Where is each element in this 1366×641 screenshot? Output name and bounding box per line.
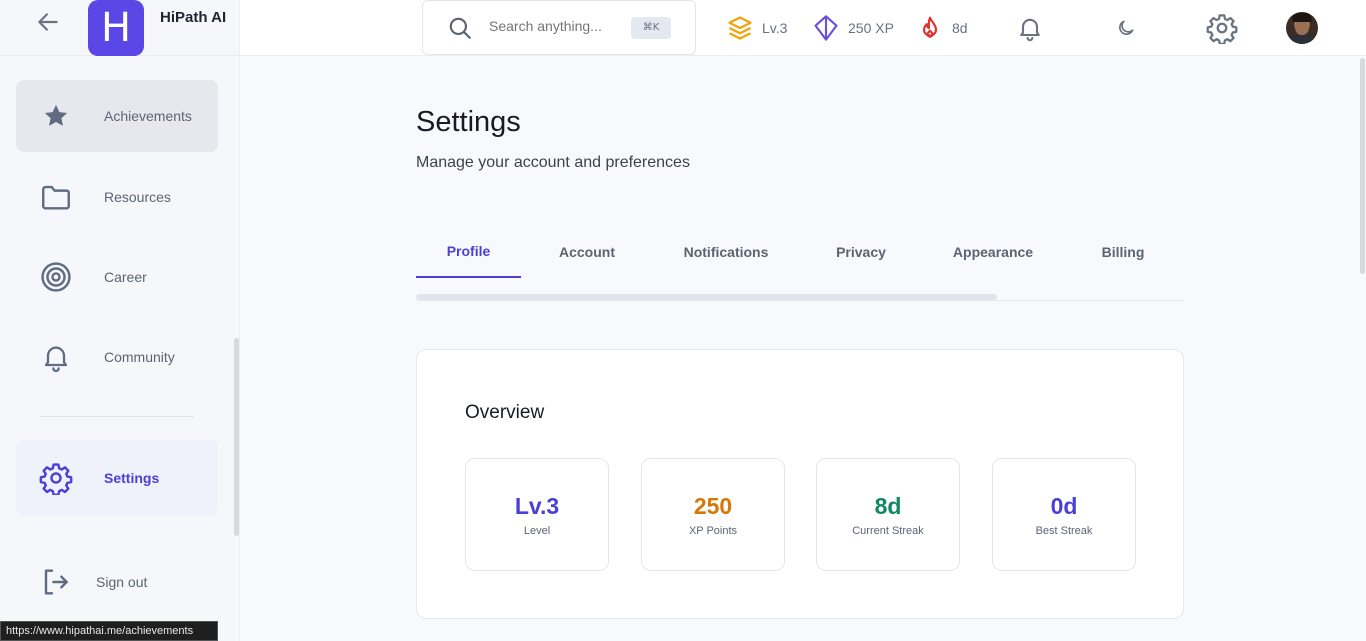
- tab-privacy[interactable]: Privacy: [828, 226, 894, 278]
- avatar-shirt: [1288, 35, 1316, 44]
- bell-icon: [1020, 18, 1040, 42]
- xp-text: 250 XP: [848, 20, 894, 36]
- level-indicator: Lv.3: [726, 14, 787, 42]
- sidebar-item-resources[interactable]: Resources: [16, 161, 218, 233]
- sidebar-scrollbar[interactable]: [234, 338, 239, 536]
- brand-logo[interactable]: H: [88, 0, 144, 56]
- star-icon: [38, 98, 74, 134]
- search-shortcut-badge: ⌘K: [631, 17, 671, 39]
- theme-toggle-button[interactable]: [1110, 12, 1142, 44]
- overview-card: Overview Lv.3 Level 250 XP Points 8d Cur…: [416, 349, 1184, 619]
- gear-icon: [38, 460, 74, 496]
- level-text: Lv.3: [762, 20, 788, 36]
- top-bar: ⌘K Lv.3 250 XP 8d: [240, 0, 1366, 56]
- tab-appearance[interactable]: Appearance: [944, 226, 1042, 278]
- target-icon: [38, 259, 74, 295]
- notifications-button[interactable]: [1014, 12, 1046, 44]
- page-subtitle: Manage your account and preferences: [416, 154, 690, 171]
- back-button[interactable]: [34, 8, 62, 36]
- sidebar-item-achievements[interactable]: Achievements: [16, 80, 218, 152]
- sidebar-item-community[interactable]: Community: [16, 321, 218, 393]
- tabs-scrollbar[interactable]: [416, 294, 997, 300]
- sidebar-divider: [40, 416, 194, 417]
- tab-billing[interactable]: Billing: [1092, 226, 1154, 278]
- layers-icon: [726, 14, 754, 42]
- metric-label: Level: [523, 525, 551, 537]
- page-scrollbar[interactable]: [1360, 58, 1365, 274]
- sidebar: H HiPath AI Achievements Resources Caree…: [0, 0, 240, 641]
- tab-profile[interactable]: Profile: [416, 226, 521, 278]
- diamond-icon: [812, 14, 840, 42]
- arrow-left-icon: [38, 13, 58, 31]
- overview-title: Overview: [465, 402, 545, 423]
- bell-icon: [38, 339, 74, 375]
- metric-best-streak: 0d Best Streak: [992, 458, 1136, 571]
- settings-tabs: Profile Account Notifications Privacy Ap…: [416, 226, 1184, 301]
- sidebar-item-label: Community: [104, 349, 175, 365]
- streak-text: 8d: [952, 20, 968, 36]
- gear-icon: [1206, 14, 1238, 44]
- avatar[interactable]: [1286, 12, 1318, 44]
- page-title: Settings: [416, 106, 521, 138]
- xp-indicator: 250 XP: [812, 14, 894, 42]
- sign-out-icon: [38, 564, 74, 600]
- sign-out-label: Sign out: [96, 574, 148, 590]
- metric-current-streak: 8d Current Streak: [816, 458, 960, 571]
- folder-icon: [38, 179, 74, 215]
- sign-out-button[interactable]: Sign out: [36, 560, 216, 604]
- metric-value: 250: [693, 493, 733, 519]
- metric-label: Best Streak: [1035, 525, 1093, 537]
- sidebar-item-label: Settings: [104, 470, 160, 486]
- brand-header: H HiPath AI: [0, 0, 240, 56]
- metric-level: Lv.3 Level: [465, 458, 609, 571]
- sidebar-item-career[interactable]: Career: [16, 241, 218, 313]
- settings-button[interactable]: [1206, 12, 1238, 44]
- metric-label: XP Points: [688, 525, 738, 537]
- brand-name: HiPath AI: [160, 9, 227, 26]
- moon-icon: [1119, 20, 1134, 35]
- metric-xp-points: 250 XP Points: [641, 458, 785, 571]
- avatar-hair: [1292, 13, 1312, 22]
- sidebar-item-label: Resources: [104, 189, 171, 205]
- search-box[interactable]: ⌘K: [422, 0, 696, 55]
- search-icon: [449, 17, 471, 39]
- tab-account[interactable]: Account: [548, 226, 626, 278]
- metric-value: Lv.3: [514, 493, 560, 519]
- streak-indicator: 8d: [916, 14, 968, 42]
- metric-value: 8d: [874, 493, 902, 519]
- flame-icon: [916, 14, 944, 42]
- sidebar-item-label: Career: [104, 269, 147, 285]
- metric-value: 0d: [1050, 493, 1078, 519]
- search-input[interactable]: [489, 18, 629, 34]
- metric-label: Current Streak: [852, 525, 924, 537]
- brand-logo-letter: H: [100, 5, 132, 51]
- sidebar-item-label: Achievements: [104, 108, 192, 124]
- status-bar-url: https://www.hipathai.me/achievements: [0, 621, 218, 641]
- tab-notifications[interactable]: Notifications: [672, 226, 780, 278]
- sidebar-item-settings[interactable]: Settings: [16, 440, 218, 516]
